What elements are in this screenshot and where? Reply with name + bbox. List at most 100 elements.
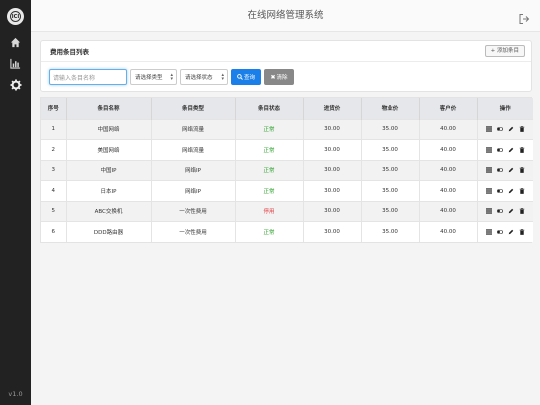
gear-icon[interactable] bbox=[9, 78, 22, 91]
cell-cost-price: 30.00 bbox=[303, 118, 362, 140]
cell-type: 一次性费用 bbox=[151, 200, 236, 222]
cell-property-price: 35.00 bbox=[361, 180, 420, 201]
cell-type: 网络IP bbox=[151, 180, 236, 201]
trash-icon[interactable] bbox=[519, 146, 525, 153]
toggle-icon[interactable] bbox=[496, 188, 503, 194]
type-select-label: 请选择类型 bbox=[135, 75, 163, 81]
header-actions: 操作 bbox=[477, 98, 533, 119]
toggle-icon[interactable] bbox=[496, 208, 503, 214]
cell-type: 网络IP bbox=[151, 159, 236, 181]
query-button-label: 查询 bbox=[243, 75, 255, 81]
cell-type: 网络流量 bbox=[151, 118, 236, 140]
cell-property-price: 35.00 bbox=[361, 118, 420, 140]
close-icon: ✖ bbox=[270, 73, 276, 81]
toggle-icon[interactable] bbox=[496, 229, 503, 235]
cell-no: 3 bbox=[41, 159, 67, 181]
table-header-row: 序号 条目名称 条目类型 条目状态 进货价 物业价 客户价 操作 bbox=[41, 98, 533, 119]
query-button[interactable]: 查询 bbox=[231, 69, 261, 85]
cell-cost-price: 30.00 bbox=[303, 221, 362, 242]
filter-panel: 费用条目列表 + 添加条目 请输入条目名称 请选择类型 ▴ ▾ 请选择状态 ▴ ▾ … bbox=[40, 40, 532, 92]
cell-status: 停用 bbox=[235, 200, 304, 222]
edit-icon[interactable] bbox=[508, 208, 514, 214]
cell-customer-price: 40.00 bbox=[419, 159, 478, 181]
cell-status: 正常 bbox=[235, 221, 304, 242]
edit-icon[interactable] bbox=[508, 167, 514, 173]
cell-customer-price: 40.00 bbox=[419, 118, 478, 140]
cell-name: DDD路由器 bbox=[66, 221, 152, 242]
reset-button[interactable]: ✖ 清除 bbox=[264, 69, 294, 85]
cell-name: 中国IP bbox=[66, 159, 152, 181]
cell-actions bbox=[477, 180, 533, 201]
cell-type: 一次性费用 bbox=[151, 221, 236, 242]
edit-icon[interactable] bbox=[508, 188, 514, 194]
cell-name: ABC交换机 bbox=[66, 200, 152, 222]
cell-actions bbox=[477, 200, 533, 222]
cell-no: 5 bbox=[41, 200, 67, 222]
cell-name: 中国网络 bbox=[66, 118, 152, 140]
cell-actions bbox=[477, 139, 533, 160]
logo-icon[interactable]: ICI bbox=[7, 8, 24, 25]
cell-type: 网络流量 bbox=[151, 139, 236, 160]
list-icon[interactable] bbox=[485, 229, 492, 235]
cell-actions bbox=[477, 221, 533, 242]
list-icon[interactable] bbox=[485, 188, 492, 194]
table-row: 5 ABC交换机 一次性费用 停用 30.00 35.00 40.00 bbox=[41, 200, 533, 222]
bar-chart-icon[interactable] bbox=[9, 57, 22, 70]
cell-customer-price: 40.00 bbox=[419, 221, 478, 242]
header-name: 条目名称 bbox=[66, 98, 152, 119]
cell-status: 正常 bbox=[235, 159, 304, 181]
list-icon[interactable] bbox=[485, 126, 492, 132]
items-table: 序号 条目名称 条目类型 条目状态 进货价 物业价 客户价 操作 1 中国网络 网络… bbox=[40, 97, 533, 243]
type-select[interactable]: 请选择类型 ▴ ▾ bbox=[130, 69, 177, 85]
app-title: 在线网络管理系统 bbox=[247, 10, 324, 21]
header-no: 序号 bbox=[41, 98, 67, 119]
cell-no: 2 bbox=[41, 139, 67, 160]
panel-title: 费用条目列表 bbox=[50, 48, 89, 56]
cell-property-price: 35.00 bbox=[361, 139, 420, 160]
list-icon[interactable] bbox=[485, 208, 492, 214]
cell-name: 日本IP bbox=[66, 180, 152, 201]
cell-status: 正常 bbox=[235, 139, 304, 160]
version-label: v1.0 bbox=[8, 390, 23, 398]
logo-text: ICI bbox=[10, 11, 21, 22]
table-row: 2 美国网络 网络流量 正常 30.00 35.00 40.00 bbox=[41, 139, 533, 160]
cell-cost-price: 30.00 bbox=[303, 139, 362, 160]
panel-divider bbox=[41, 61, 531, 62]
cell-name: 美国网络 bbox=[66, 139, 152, 160]
status-select[interactable]: 请选择状态 ▴ ▾ bbox=[180, 69, 228, 85]
cell-cost-price: 30.00 bbox=[303, 159, 362, 181]
table-row: 4 日本IP 网络IP 正常 30.00 35.00 40.00 bbox=[41, 180, 533, 201]
cell-customer-price: 40.00 bbox=[419, 200, 478, 222]
trash-icon[interactable] bbox=[519, 187, 525, 194]
cell-no: 1 bbox=[41, 118, 67, 140]
edit-icon[interactable] bbox=[508, 229, 514, 235]
cell-no: 6 bbox=[41, 221, 67, 242]
edit-icon[interactable] bbox=[508, 147, 514, 153]
edit-icon[interactable] bbox=[508, 126, 514, 132]
header-property-price: 物业价 bbox=[361, 98, 420, 119]
list-icon[interactable] bbox=[485, 167, 492, 173]
cell-property-price: 35.00 bbox=[361, 200, 420, 222]
cell-property-price: 35.00 bbox=[361, 221, 420, 242]
search-input[interactable]: 请输入条目名称 bbox=[49, 69, 127, 85]
trash-icon[interactable] bbox=[519, 229, 525, 235]
trash-icon[interactable] bbox=[519, 167, 525, 174]
cell-actions bbox=[477, 118, 533, 140]
toggle-icon[interactable] bbox=[496, 126, 503, 132]
add-item-button[interactable]: + 添加条目 bbox=[484, 45, 525, 57]
toggle-icon[interactable] bbox=[496, 167, 503, 173]
list-icon[interactable] bbox=[485, 147, 492, 153]
topbar: 在线网络管理系统 bbox=[31, 0, 540, 32]
cell-status: 正常 bbox=[235, 118, 304, 140]
table-row: 6 DDD路由器 一次性费用 正常 30.00 35.00 40.00 bbox=[41, 221, 533, 242]
status-select-label: 请选择状态 bbox=[185, 75, 213, 81]
toggle-icon[interactable] bbox=[496, 147, 503, 153]
logout-icon[interactable] bbox=[518, 10, 530, 24]
cell-customer-price: 40.00 bbox=[419, 139, 478, 160]
home-icon[interactable] bbox=[9, 36, 22, 49]
trash-icon[interactable] bbox=[519, 208, 525, 215]
header-status: 条目状态 bbox=[235, 98, 304, 119]
cell-cost-price: 30.00 bbox=[303, 200, 362, 222]
trash-icon[interactable] bbox=[519, 126, 525, 133]
table-row: 1 中国网络 网络流量 正常 30.00 35.00 40.00 bbox=[41, 118, 533, 140]
